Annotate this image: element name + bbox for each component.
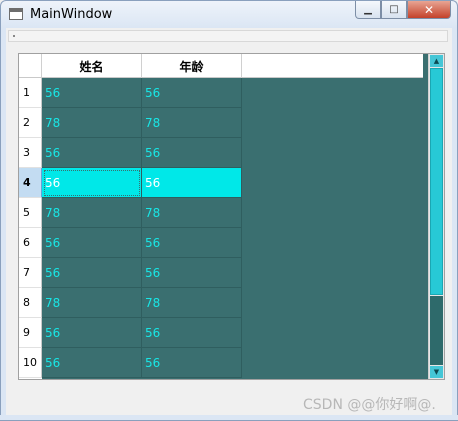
- table-cell-age[interactable]: 78: [142, 108, 242, 138]
- table-cell-age[interactable]: 56: [142, 168, 242, 198]
- row-header[interactable]: 6: [19, 228, 42, 258]
- table-cell-age[interactable]: 56: [142, 258, 242, 288]
- table-cell-name[interactable]: 56: [42, 78, 142, 108]
- table-cell-age[interactable]: 78: [142, 288, 242, 318]
- horizontal-header: 姓名 年龄: [42, 54, 423, 78]
- column-header-age[interactable]: 年龄: [142, 54, 242, 78]
- header-filler: [242, 54, 423, 78]
- main-window: MainWindow ▁ □ ✕ 姓名 年龄 1 2 3 4 5 6 7 8 9 10 56 56 7…: [0, 0, 458, 421]
- row-header[interactable]: 1: [19, 78, 42, 108]
- minimize-button[interactable]: ▁: [355, 1, 381, 19]
- table-cell-name[interactable]: 56: [42, 138, 142, 168]
- row-header[interactable]: 9: [19, 318, 42, 348]
- row-header[interactable]: 5: [19, 198, 42, 228]
- column-header-name[interactable]: 姓名: [42, 54, 142, 78]
- close-button[interactable]: ✕: [407, 1, 451, 19]
- table-cell-name[interactable]: 56: [42, 258, 142, 288]
- table-cell-name[interactable]: 56: [42, 168, 142, 198]
- row-header[interactable]: 4: [19, 168, 42, 198]
- close-icon: ✕: [423, 2, 435, 17]
- table-widget[interactable]: 姓名 年龄 1 2 3 4 5 6 7 8 9 10 56 56 78 78 56 56 56 56 78 78 56…: [18, 53, 445, 380]
- table-cell-name[interactable]: 56: [42, 348, 142, 378]
- vertical-header: 1 2 3 4 5 6 7 8 9 10: [19, 78, 42, 379]
- table-cell-name[interactable]: 78: [42, 198, 142, 228]
- table-cell-age[interactable]: 78: [142, 198, 242, 228]
- table-cell-name[interactable]: 78: [42, 108, 142, 138]
- menu-bar[interactable]: [8, 30, 448, 42]
- window-controls: ▁ □ ✕: [355, 1, 451, 21]
- minimize-icon: ▁: [364, 4, 372, 15]
- table-cell-age[interactable]: 56: [142, 348, 242, 378]
- row-header[interactable]: 2: [19, 108, 42, 138]
- row-header[interactable]: 7: [19, 258, 42, 288]
- vertical-scrollbar[interactable]: ▲ ▼: [428, 54, 444, 379]
- table-cell-name[interactable]: 56: [42, 228, 142, 258]
- watermark: CSDN @@你好啊@.: [303, 397, 436, 413]
- window-title: MainWindow: [30, 7, 113, 22]
- table-cell-age[interactable]: 56: [142, 78, 242, 108]
- window-icon: [9, 8, 23, 20]
- table-cell-age[interactable]: 56: [142, 228, 242, 258]
- scroll-up-arrow-icon[interactable]: ▲: [430, 55, 443, 67]
- row-header[interactable]: 10: [19, 348, 42, 378]
- table-grid: 56 56 78 78 56 56 56 56 78 78 56 56 56 56 78 78 56 56 56 56: [42, 78, 423, 379]
- window-frame-bottom: [0, 415, 458, 421]
- client-area: 姓名 年龄 1 2 3 4 5 6 7 8 9 10 56 56 78 78 56 56 56 56 78 78 56…: [6, 28, 452, 415]
- window-frame-right: [452, 28, 458, 421]
- scrollbar-track[interactable]: [430, 296, 443, 365]
- title-bar[interactable]: MainWindow ▁ □ ✕: [0, 0, 458, 28]
- scroll-down-arrow-icon[interactable]: ▼: [430, 366, 443, 378]
- maximize-icon: □: [389, 4, 399, 15]
- table-corner-button[interactable]: [19, 54, 42, 78]
- table-cell-name[interactable]: 56: [42, 318, 142, 348]
- table-cell-name[interactable]: 78: [42, 288, 142, 318]
- row-header[interactable]: 3: [19, 138, 42, 168]
- scrollbar-thumb[interactable]: [430, 68, 443, 295]
- table-cell-age[interactable]: 56: [142, 318, 242, 348]
- maximize-button[interactable]: □: [381, 1, 407, 19]
- table-cell-age[interactable]: 56: [142, 138, 242, 168]
- row-header[interactable]: 8: [19, 288, 42, 318]
